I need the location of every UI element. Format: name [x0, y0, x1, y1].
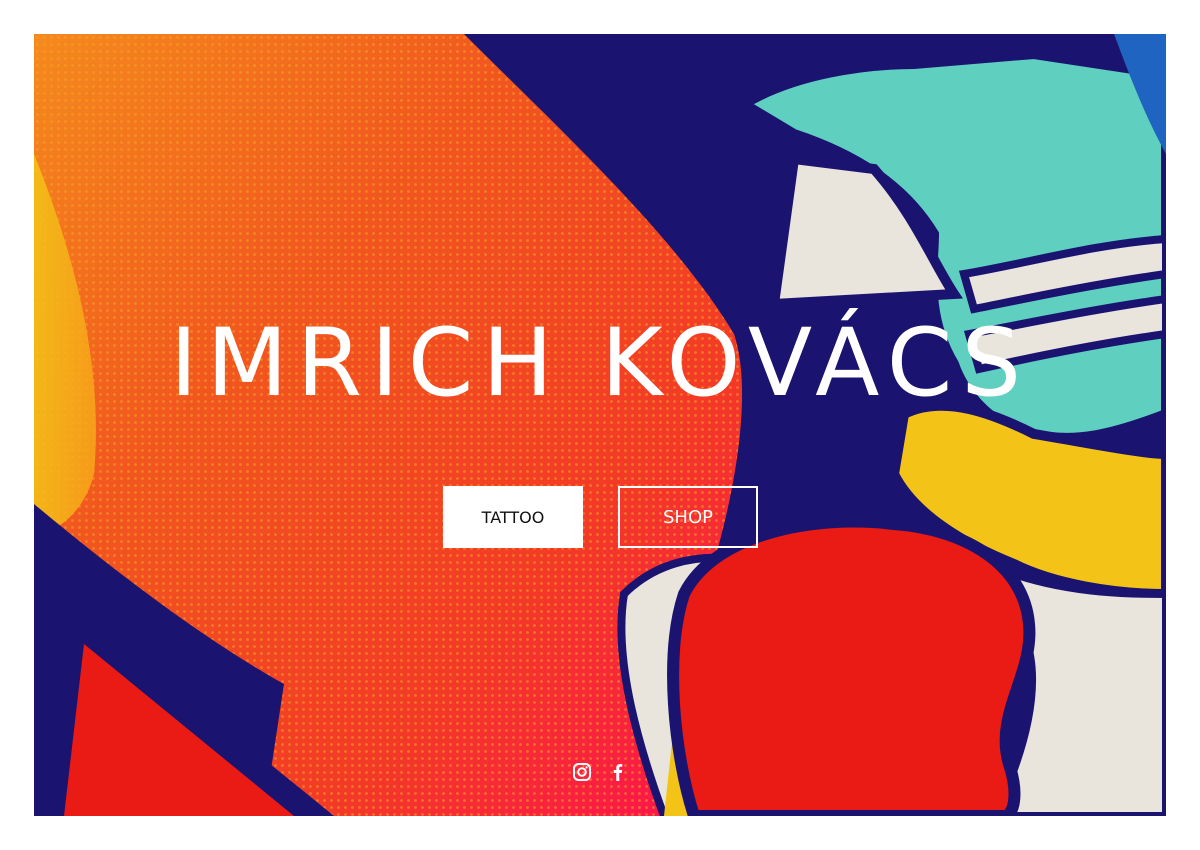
shop-button[interactable]: SHOP — [618, 486, 758, 548]
social-links — [572, 762, 628, 782]
tattoo-button[interactable]: TATTOO — [443, 486, 583, 548]
facebook-icon[interactable] — [608, 762, 628, 782]
site-title: IMRICH KOVÁCS — [169, 309, 1031, 418]
instagram-icon[interactable] — [572, 762, 592, 782]
hero-artwork-background — [34, 34, 1166, 816]
hero-section: IMRICH KOVÁCS TATTOO SHOP — [34, 34, 1166, 816]
